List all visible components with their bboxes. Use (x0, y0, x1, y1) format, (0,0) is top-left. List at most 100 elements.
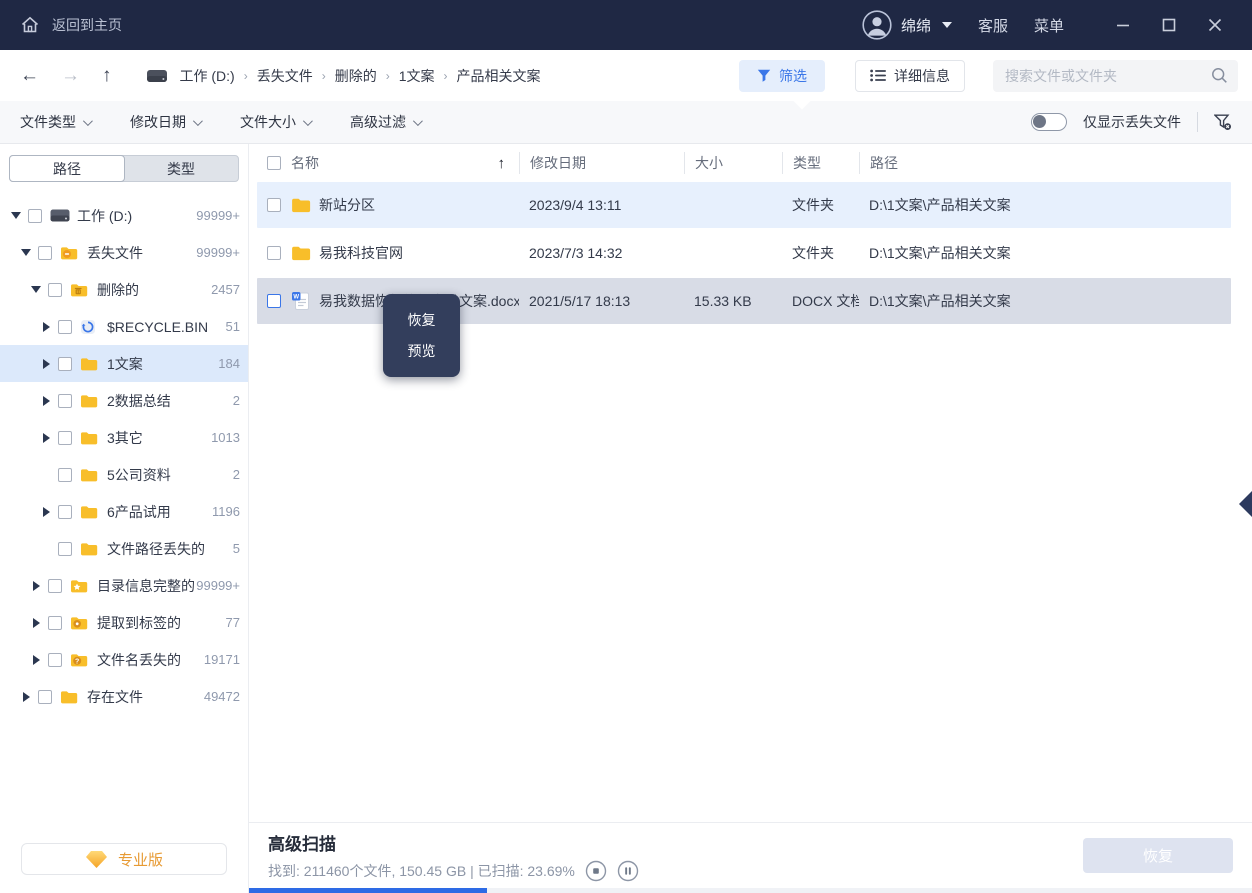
maximize-button[interactable] (1150, 9, 1188, 41)
avatar (862, 10, 892, 40)
checkbox[interactable] (58, 505, 72, 519)
expander-right-icon[interactable] (40, 359, 52, 369)
tree-item-folder3[interactable]: 3其它 1013 (0, 419, 248, 456)
column-header-size[interactable]: 大小 (684, 152, 782, 174)
file-name: 新站分区 (319, 195, 375, 215)
breadcrumb-separator: › (322, 69, 326, 83)
drive-icon (146, 69, 168, 83)
close-button[interactable] (1196, 9, 1234, 41)
minimize-button[interactable] (1104, 9, 1142, 41)
checkbox[interactable] (48, 653, 62, 667)
context-menu-recover[interactable]: 恢复 (383, 310, 460, 331)
expander-down-icon[interactable] (30, 286, 42, 293)
tree-item-folder6[interactable]: 6产品试用 1196 (0, 493, 248, 530)
scan-progress-fill (249, 888, 487, 893)
home-icon[interactable] (20, 15, 40, 35)
column-header-type[interactable]: 类型 (782, 152, 859, 174)
expander-right-icon[interactable] (40, 433, 52, 443)
expander-right-icon[interactable] (40, 322, 52, 332)
checkbox[interactable] (48, 616, 62, 630)
table-row[interactable]: 易我科技官网 2023/7/3 14:32 文件夹 D:\1文案\产品相关文案 (257, 230, 1231, 276)
checkbox[interactable] (267, 198, 281, 212)
checkbox[interactable] (58, 357, 72, 371)
filter-dropdown-modified-date[interactable]: 修改日期 (130, 112, 200, 132)
gem-icon (85, 850, 108, 869)
tree-item-lost-files[interactable]: 丢失文件 99999+ (0, 234, 248, 271)
checkbox[interactable] (58, 431, 72, 445)
tree-item-folder1-selected[interactable]: 1文案 184 (0, 345, 248, 382)
checkbox[interactable] (38, 690, 52, 704)
expander-down-icon[interactable] (10, 212, 22, 219)
tree-item-folder2[interactable]: 2数据总结 2 (0, 382, 248, 419)
checkbox[interactable] (38, 246, 52, 260)
column-header-name[interactable]: 名称 ↑ (291, 152, 519, 174)
tree-item-extracted-tags[interactable]: 提取到标签的 77 (0, 604, 248, 641)
tree-item-work-drive[interactable]: 工作 (D:) 99999+ (0, 197, 248, 234)
tree-item-path-lost[interactable]: 文件路径丢失的 5 (0, 530, 248, 567)
user-account-button[interactable]: 绵绵 (862, 10, 952, 40)
search-icon[interactable] (1211, 67, 1228, 84)
folder-icon (291, 243, 311, 263)
details-button[interactable]: 详细信息 (855, 60, 965, 92)
checkbox[interactable] (58, 320, 72, 334)
tree-item-recycle-bin[interactable]: $RECYCLE.BIN 51 (0, 308, 248, 345)
tree-item-deleted[interactable]: 删除的 2457 (0, 271, 248, 308)
checkbox[interactable] (48, 283, 62, 297)
lost-files-only-toggle[interactable] (1031, 113, 1067, 131)
breadcrumb-item-drive[interactable]: 工作 (D:) (180, 66, 235, 86)
filter-dropdown-file-type[interactable]: 文件类型 (20, 112, 90, 132)
forward-arrow-button[interactable]: → (61, 65, 80, 87)
recover-button[interactable]: 恢复 (1083, 838, 1233, 873)
column-header-path[interactable]: 路径 (859, 152, 1231, 174)
filter-dropdown-file-size[interactable]: 文件大小 (240, 112, 310, 132)
checkbox[interactable] (58, 468, 72, 482)
expander-right-icon[interactable] (30, 581, 42, 591)
up-arrow-button[interactable]: ↑ (102, 65, 112, 87)
file-type: DOCX 文档 (782, 291, 859, 311)
expander-right-icon[interactable] (40, 507, 52, 517)
folder-icon (80, 430, 100, 446)
breadcrumb-item-deleted[interactable]: 删除的 (335, 66, 377, 86)
lost-files-only-label: 仅显示丢失文件 (1083, 112, 1181, 132)
pause-scan-button[interactable] (617, 860, 639, 882)
support-button[interactable]: 客服 (978, 15, 1008, 36)
menu-button[interactable]: 菜单 (1034, 15, 1064, 36)
stop-scan-button[interactable] (585, 860, 607, 882)
table-row[interactable]: 新站分区 2023/9/4 13:11 文件夹 D:\1文案\产品相关文案 (257, 182, 1231, 228)
breadcrumb-item-current[interactable]: 产品相关文案 (457, 66, 541, 86)
expander-right-icon[interactable] (40, 396, 52, 406)
pro-version-button[interactable]: 专业版 (21, 843, 227, 875)
table-header: 名称 ↑ 修改日期 大小 类型 路径 (249, 144, 1252, 182)
select-all-checkbox[interactable] (267, 156, 281, 170)
back-arrow-button[interactable]: ← (20, 65, 39, 87)
column-header-date[interactable]: 修改日期 (519, 152, 684, 174)
expander-right-icon[interactable] (20, 692, 32, 702)
expander-right-icon[interactable] (30, 618, 42, 628)
tree-item-dir-info-complete[interactable]: 目录信息完整的 99999+ (0, 567, 248, 604)
checkbox[interactable] (28, 209, 42, 223)
tree-item-existing-files[interactable]: 存在文件 49472 (0, 678, 248, 715)
scan-progress-bar (249, 888, 1252, 893)
context-menu-preview[interactable]: 预览 (383, 341, 460, 362)
breadcrumb-item-folder1[interactable]: 1文案 (399, 66, 435, 86)
tab-type[interactable]: 类型 (124, 156, 238, 181)
checkbox[interactable] (267, 246, 281, 260)
tree-item-filename-lost[interactable]: ? 文件名丢失的 19171 (0, 641, 248, 678)
expander-down-icon[interactable] (20, 249, 32, 256)
checkbox[interactable] (48, 579, 62, 593)
panel-collapse-arrow[interactable] (1239, 491, 1252, 517)
tree-item-folder5[interactable]: 5公司资料 2 (0, 456, 248, 493)
tab-path[interactable]: 路径 (9, 155, 125, 182)
folder-question-icon: ? (70, 652, 90, 668)
filter-dropdown-advanced[interactable]: 高级过滤 (350, 112, 420, 132)
checkbox[interactable] (58, 542, 72, 556)
expander-right-icon[interactable] (30, 655, 42, 665)
checkbox[interactable] (267, 294, 281, 308)
checkbox[interactable] (58, 394, 72, 408)
sort-ascending-icon[interactable]: ↑ (498, 155, 506, 172)
search-input[interactable] (1005, 68, 1211, 84)
clear-filter-icon[interactable] (1214, 114, 1232, 131)
filter-button[interactable]: 筛选 (739, 60, 825, 92)
breadcrumb-item-lost-files[interactable]: 丢失文件 (257, 66, 313, 86)
back-to-home-button[interactable]: 返回到主页 (52, 15, 122, 35)
